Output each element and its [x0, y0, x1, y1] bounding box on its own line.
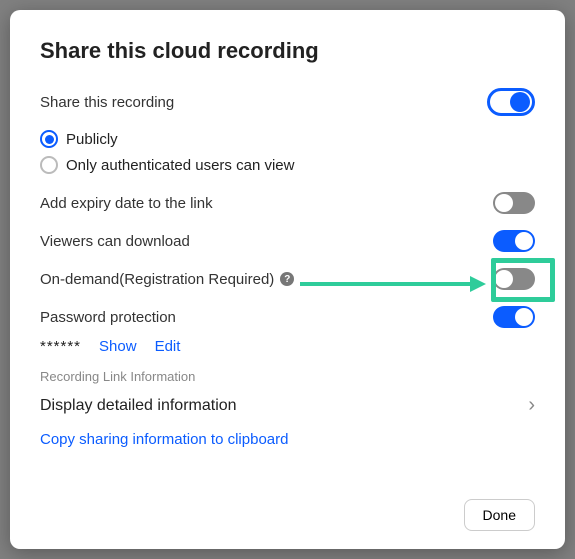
- radio-icon-unchecked: [40, 156, 58, 174]
- radio-authenticated-label: Only authenticated users can view: [66, 157, 294, 174]
- ondemand-text: On-demand(Registration Required): [40, 271, 274, 288]
- dialog-title: Share this cloud recording: [40, 38, 535, 64]
- password-mask: ******: [40, 338, 81, 355]
- share-recording-toggle[interactable]: [487, 88, 535, 116]
- radio-publicly-label: Publicly: [66, 131, 118, 148]
- expiry-row: Add expiry date to the link: [40, 184, 535, 222]
- password-label: Password protection: [40, 309, 176, 326]
- password-row: Password protection: [40, 298, 535, 336]
- done-button[interactable]: Done: [464, 499, 535, 531]
- radio-authenticated[interactable]: Only authenticated users can view: [40, 152, 535, 178]
- expiry-label: Add expiry date to the link: [40, 195, 213, 212]
- display-detailed-label: Display detailed information: [40, 397, 237, 415]
- download-row: Viewers can download: [40, 222, 535, 260]
- download-label: Viewers can download: [40, 233, 190, 250]
- share-recording-row: Share this recording: [40, 80, 535, 124]
- edit-password-button[interactable]: Edit: [155, 338, 181, 355]
- ondemand-row: On-demand(Registration Required) ?: [40, 260, 535, 298]
- ondemand-toggle[interactable]: [493, 268, 535, 290]
- ondemand-label: On-demand(Registration Required) ?: [40, 271, 294, 288]
- display-detailed-row[interactable]: Display detailed information ›: [40, 386, 535, 425]
- chevron-right-icon: ›: [528, 394, 535, 417]
- expiry-toggle[interactable]: [493, 192, 535, 214]
- dialog-footer: Done: [40, 487, 535, 531]
- show-password-button[interactable]: Show: [99, 338, 137, 355]
- share-recording-label: Share this recording: [40, 94, 174, 111]
- help-icon[interactable]: ?: [280, 272, 294, 286]
- share-recording-dialog: Share this cloud recording Share this re…: [10, 10, 565, 549]
- password-toggle[interactable]: [493, 306, 535, 328]
- download-toggle[interactable]: [493, 230, 535, 252]
- share-visibility-group: Publicly Only authenticated users can vi…: [40, 126, 535, 178]
- password-controls: ****** Show Edit: [40, 336, 535, 365]
- radio-publicly[interactable]: Publicly: [40, 126, 535, 152]
- radio-icon-checked: [40, 130, 58, 148]
- link-info-heading: Recording Link Information: [40, 365, 535, 386]
- copy-sharing-info-button[interactable]: Copy sharing information to clipboard: [40, 425, 535, 458]
